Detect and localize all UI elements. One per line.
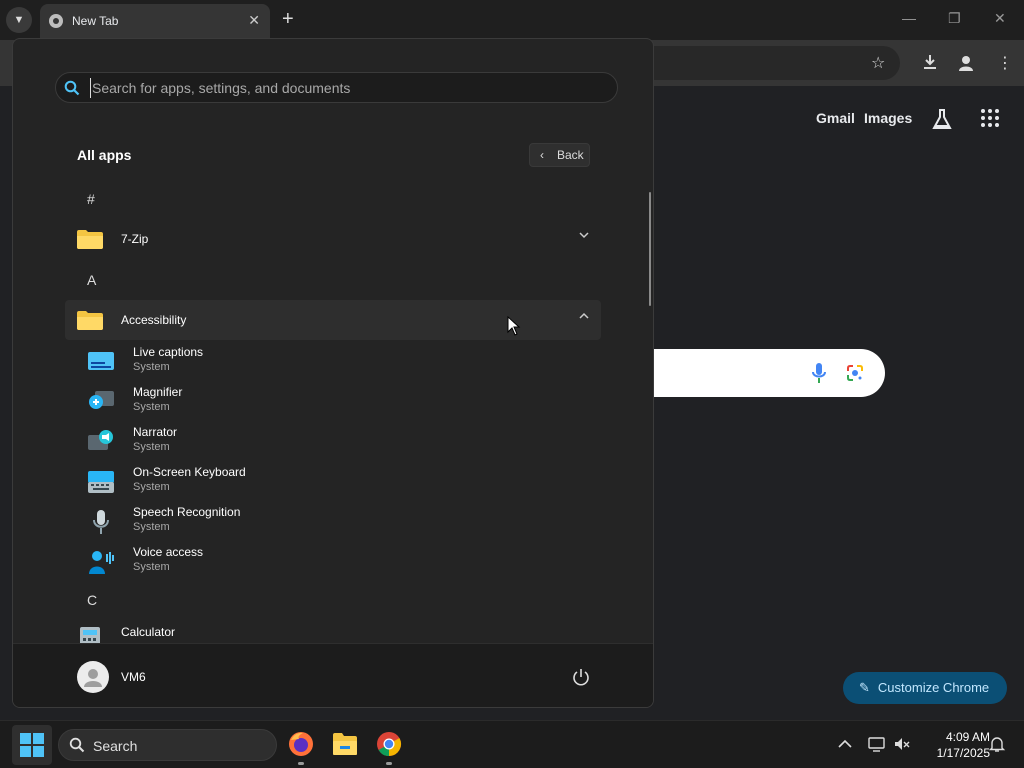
folder-icon [77, 311, 103, 330]
app-name: Voice access [133, 545, 204, 559]
taskbar-search[interactable]: Search [58, 729, 277, 761]
voice-access-icon [89, 551, 114, 574]
folder-icon [77, 230, 103, 249]
running-indicator [298, 762, 304, 765]
start-menu-footer: VM6 [13, 643, 653, 707]
app-publisher: System [133, 401, 170, 413]
running-indicator [386, 762, 392, 765]
start-search-box[interactable] [55, 72, 618, 103]
chrome-icon[interactable] [375, 730, 403, 758]
app-narrator[interactable]: Narrator System [87, 425, 607, 463]
mouse-cursor-icon [507, 316, 521, 336]
tab-title: New Tab [72, 14, 119, 28]
voice-search-icon[interactable] [812, 363, 826, 383]
app-name: Magnifier [133, 385, 183, 399]
chevron-up-icon[interactable] [579, 311, 589, 321]
folder-7zip[interactable]: 7-Zip [65, 219, 601, 259]
speaker-muted-icon[interactable] [893, 735, 911, 753]
new-tab-button[interactable]: + [282, 8, 294, 30]
app-name: On-Screen Keyboard [133, 465, 246, 479]
windows-logo-icon [20, 733, 44, 757]
app-publisher: System [133, 441, 170, 453]
microphone-icon [93, 510, 109, 534]
app-name: Live captions [133, 345, 204, 359]
file-explorer-icon[interactable] [331, 730, 359, 758]
app-on-screen-keyboard[interactable]: On-Screen Keyboard System [87, 465, 607, 503]
section-letter-a[interactable]: A [87, 272, 96, 288]
images-link[interactable]: Images [864, 110, 912, 126]
all-apps-heading: All apps [77, 147, 132, 163]
clock-date: 1/17/2025 [936, 746, 990, 760]
gmail-link[interactable]: Gmail [816, 110, 855, 126]
app-name: Calculator [121, 625, 176, 639]
tab-new-tab[interactable]: New Tab ✕ [40, 4, 270, 40]
all-apps-scrollbar[interactable] [649, 192, 651, 306]
customize-chrome-button[interactable]: ✎ Customize Chrome [843, 672, 1007, 704]
app-speech-recognition[interactable]: Speech Recognition System [87, 505, 607, 543]
profile-icon[interactable] [956, 53, 976, 73]
start-search-input[interactable] [90, 78, 590, 98]
app-publisher: System [133, 361, 170, 373]
system-clock[interactable]: 4:09 AM 1/17/2025 [916, 729, 990, 761]
clock-time: 4:09 AM [945, 730, 990, 744]
narrator-icon [88, 430, 113, 450]
live-captions-icon [88, 352, 114, 370]
back-button[interactable]: ‹ Back [529, 143, 590, 167]
keyboard-icon [88, 471, 114, 493]
app-publisher: System [133, 521, 170, 533]
start-button[interactable] [12, 725, 52, 765]
app-voice-access[interactable]: Voice access System [87, 545, 607, 583]
user-icon [84, 669, 102, 687]
chevron-up-icon[interactable] [836, 735, 854, 753]
section-letter-c[interactable]: C [87, 592, 97, 608]
menu-kebab-icon[interactable]: ⋮ [997, 53, 1013, 73]
chevron-left-icon: ‹ [540, 148, 544, 162]
app-publisher: System [133, 561, 170, 573]
folder-label: 7-Zip [121, 232, 149, 246]
restore-icon[interactable]: ❐ [948, 10, 961, 27]
section-letter-hash[interactable]: # [87, 191, 95, 207]
apps-grid-icon[interactable] [980, 108, 1000, 128]
tab-search-button[interactable]: ▼ [6, 7, 32, 33]
close-window-icon[interactable]: ✕ [994, 10, 1006, 27]
app-magnifier[interactable]: Magnifier System [87, 385, 607, 423]
network-icon[interactable] [868, 735, 886, 753]
app-name: Narrator [133, 425, 178, 439]
notification-bell-icon[interactable] [988, 735, 1006, 753]
labs-flask-icon[interactable] [932, 108, 952, 130]
back-label: Back [557, 148, 584, 162]
magnifier-icon [89, 391, 114, 409]
pencil-icon: ✎ [859, 680, 870, 695]
minimize-icon[interactable]: — [902, 10, 916, 26]
chrome-favicon-icon [49, 14, 63, 28]
search-icon [64, 80, 80, 96]
app-publisher: System [133, 481, 170, 493]
user-avatar[interactable] [77, 661, 109, 693]
tab-strip: ▼ New Tab ✕ + — ❐ ✕ [0, 0, 1024, 40]
customize-chrome-label: Customize Chrome [877, 680, 990, 695]
user-name[interactable]: VM6 [121, 670, 146, 684]
bookmark-star-icon[interactable]: ☆ [871, 53, 885, 73]
search-icon [69, 737, 85, 753]
power-icon[interactable] [571, 667, 591, 687]
firefox-icon[interactable] [287, 730, 315, 758]
lens-search-icon[interactable] [846, 364, 864, 382]
app-name: Speech Recognition [133, 505, 241, 519]
app-live-captions[interactable]: Live captions System [87, 345, 607, 383]
taskbar-search-label: Search [93, 738, 138, 754]
start-menu: All apps ‹ Back # 7-Zip A Accessibility [12, 38, 654, 708]
download-icon[interactable] [921, 53, 939, 71]
tab-close-icon[interactable]: ✕ [248, 12, 260, 29]
chevron-down-icon[interactable] [579, 230, 589, 240]
taskbar: Search 4:09 AM 1/17/2025 [0, 720, 1024, 768]
folder-label: Accessibility [121, 313, 187, 327]
